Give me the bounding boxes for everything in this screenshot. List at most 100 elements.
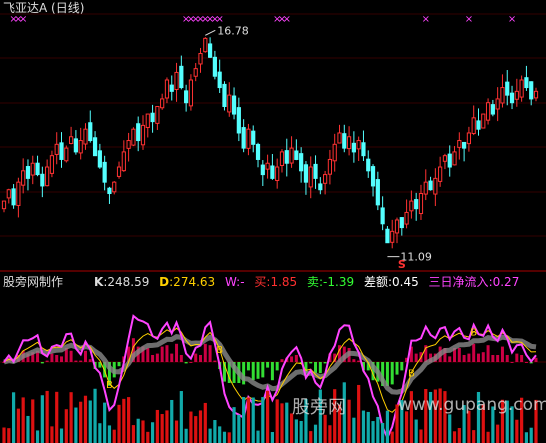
candle-body-85 [409,200,414,212]
indicator-bar-56 [270,362,274,381]
indicator-name: 股旁网制作 [3,275,64,289]
candle-body-81 [390,230,395,243]
candle-body-71 [342,133,347,149]
candle-body-72 [346,136,352,150]
candle-body-12 [59,142,64,160]
candle-body-33 [160,98,165,109]
volume-bar-34 [165,410,169,443]
indicator-bar-58 [280,359,284,362]
volume-bar-13 [64,409,68,443]
candle-body-10 [49,155,55,174]
volume-bar-27 [131,425,136,443]
volume-bar-67 [323,414,327,443]
w-label: W: [225,275,241,289]
candle-body-79 [380,207,385,225]
indicator-bar-64 [309,362,313,364]
candle-body-66 [318,183,323,191]
volume-bar-73 [352,417,356,443]
candle-body-90 [433,177,438,195]
k-label: K [94,275,104,289]
candle-body-14 [68,136,74,144]
candle-body-48 [231,95,237,115]
k-value: K:248.59 [94,275,149,289]
sell-number: :-1.39 [319,275,355,289]
indicator-bar-52 [251,362,255,381]
candle-body-27 [131,128,136,146]
candle-body-67 [323,174,328,184]
candle-body-104 [500,87,505,104]
candle-body-13 [64,147,69,162]
candle-body-98 [471,117,476,135]
candle-body-29 [140,124,146,146]
volume-bar-97 [467,410,471,443]
indicator-bar-11 [55,355,59,362]
candle-body-8 [40,173,45,187]
volume-bar-51 [246,397,251,443]
buy-signal-marker-1: B [216,345,223,356]
candle-body-86 [414,199,419,210]
volume-bar-79 [381,422,385,443]
candle-body-110 [529,81,534,100]
indicator-bar-57 [275,362,279,371]
top-x-marker-13: × [283,14,291,25]
candle-body-97 [466,132,472,145]
volume-bar-98 [472,430,476,443]
indicator-values: K:248.59 D:274.63 W:- 买:1.85 卖:-1.39 差额:… [94,275,525,289]
indicator-bar-82 [395,362,399,375]
candle-body-99 [476,120,481,130]
volume-bar-41 [198,410,203,443]
candle-body-26 [126,140,131,149]
top-markers: ××× ×××××××× ××× × × × [9,14,516,25]
k-number: :248.59 [103,275,150,289]
indicator-bar-16 [79,360,83,362]
indicator-bar-102 [491,355,495,362]
w-value: W:- [225,275,245,289]
candle-body-87 [418,193,424,215]
volume-bar-74 [357,384,361,443]
indicator-bar-31 [151,355,155,362]
candle-body-68 [327,158,333,175]
candle-body-78 [375,179,380,206]
volume-bar-44 [213,420,217,443]
candle-body-62 [299,153,304,172]
candle-body-105 [505,81,510,96]
indicator-bar-103 [496,355,500,362]
volume-bar-80 [385,410,390,443]
candle-body-44 [212,56,217,77]
indicator-bar-66 [318,362,322,374]
candle-body-1 [6,189,11,199]
candle-body-0 [1,200,7,210]
chart-title: 飞亚达A (日线) [3,1,85,15]
candle-body-75 [361,142,366,157]
candle-body-32 [155,105,160,124]
indicator-bar-18 [88,359,92,362]
w-number: - [240,275,245,289]
indicator-bar-40 [194,353,198,362]
indicator-bar-105 [505,355,509,362]
candle-body-88 [423,181,428,195]
volume-bar-2 [11,392,16,443]
net-number: :0.27 [488,275,520,289]
candle-body-22 [107,187,112,195]
volume-bar-87 [419,429,423,443]
candle-body-61 [294,150,299,160]
volume-bar-17 [83,395,88,443]
volume-bar-49 [237,414,241,443]
volume-bar-68 [328,425,332,443]
candle-body-107 [514,90,519,100]
volume-bar-32 [155,409,159,443]
indicator-bar-99 [476,353,480,362]
candle-body-60 [289,147,294,164]
volume-bar-57 [275,399,279,443]
candle-body-50 [241,127,246,149]
watermark-logo: 股旁网 [292,397,346,418]
candle-body-65 [313,163,318,179]
volume-bar-72 [347,399,351,443]
candle-body-109 [524,77,529,89]
volume-bar-75 [361,410,366,443]
indicator-bar-81 [390,362,394,385]
candle-body-40 [193,68,198,77]
indicator-bar-33 [160,346,164,362]
indicator-bar-67 [323,362,327,364]
indicator-bar-74 [357,360,361,362]
